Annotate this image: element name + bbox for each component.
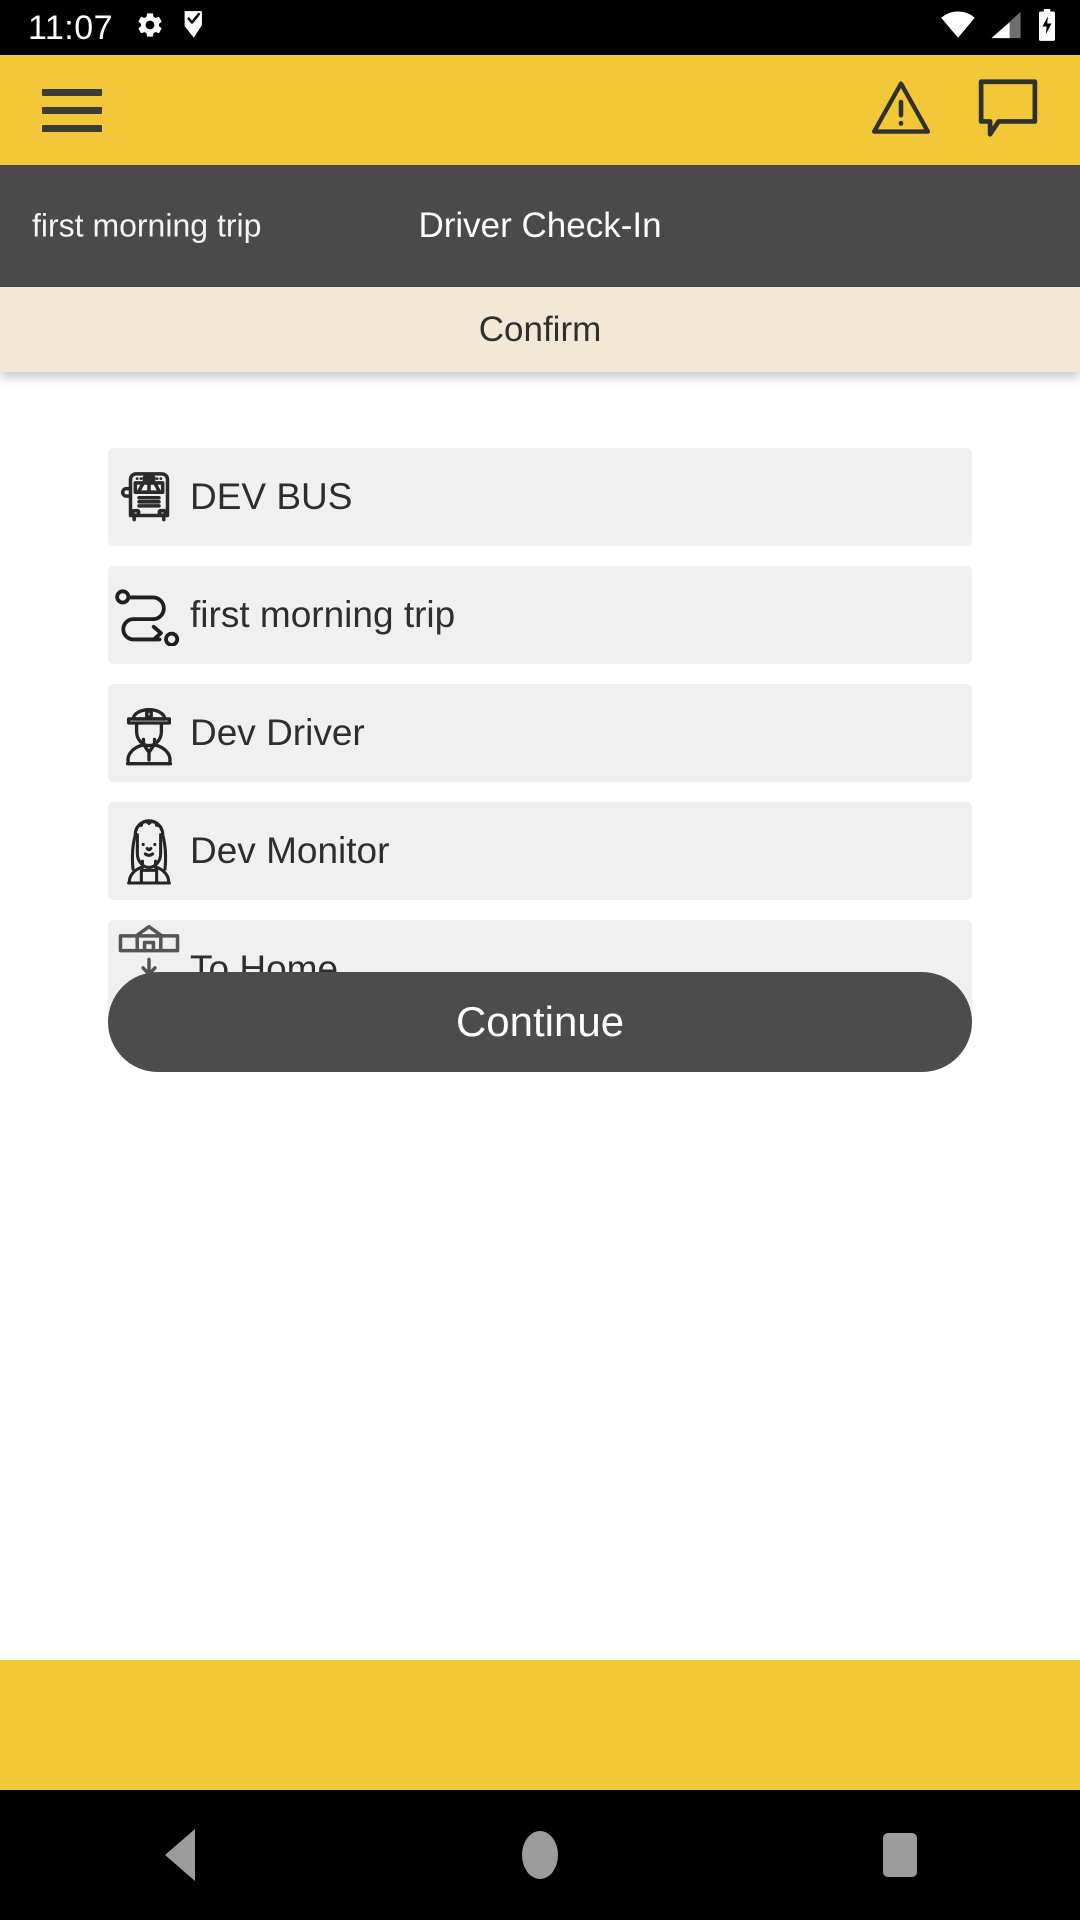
chat-bubble-icon[interactable] — [976, 77, 1040, 144]
cellular-signal-icon — [990, 10, 1022, 45]
list-item-label: Dev Monitor — [190, 830, 390, 871]
checkin-summary-list: DEV BUS first morning trip Dev Driver De… — [108, 448, 972, 1038]
list-item-label: Dev Driver — [190, 712, 365, 753]
driver-icon — [109, 681, 189, 785]
route-path-icon — [109, 563, 189, 667]
hamburger-line — [42, 88, 102, 96]
gear-icon — [135, 10, 165, 45]
list-item[interactable]: Dev Monitor — [108, 802, 972, 900]
continue-button[interactable]: Continue — [108, 972, 972, 1072]
bottom-accent-band — [0, 1660, 1080, 1790]
content-area: DEV BUS first morning trip Dev Driver De… — [0, 372, 1080, 1630]
list-item[interactable]: first morning trip — [108, 566, 972, 664]
list-item[interactable]: DEV BUS — [108, 448, 972, 546]
sub-header: first morning trip Driver Check-In — [0, 165, 1080, 287]
tab-confirm-label: Confirm — [478, 309, 602, 349]
battery-charging-icon — [1036, 9, 1058, 46]
hamburger-line — [42, 124, 102, 132]
android-navigation-bar — [0, 1790, 1080, 1920]
back-button[interactable] — [120, 1790, 240, 1920]
list-item-label: DEV BUS — [190, 476, 353, 517]
list-item[interactable]: Dev Driver — [108, 684, 972, 782]
recents-square-icon — [883, 1833, 917, 1877]
status-bar-notification-icons — [135, 10, 209, 45]
app-bar-actions — [870, 77, 1040, 144]
hamburger-line — [42, 106, 102, 114]
school-bus-icon — [109, 445, 189, 549]
status-bar: 11:07 — [0, 0, 1080, 55]
tab-confirm[interactable]: Confirm — [0, 287, 1080, 372]
wifi-icon — [940, 10, 976, 45]
app-screen: 11:07 first morning trip Driver Check-In… — [0, 0, 1080, 1920]
status-bar-system-icons — [940, 9, 1058, 46]
trip-name-label: first morning trip — [32, 207, 262, 244]
status-bar-clock: 11:07 — [28, 8, 114, 47]
recents-button[interactable] — [840, 1790, 960, 1920]
list-item-label: first morning trip — [190, 594, 456, 635]
warning-triangle-icon[interactable] — [870, 78, 932, 143]
flag-check-icon — [181, 10, 209, 45]
home-button[interactable] — [480, 1790, 600, 1920]
home-circle-icon — [522, 1831, 558, 1879]
monitor-icon — [109, 799, 189, 903]
back-triangle-icon — [165, 1829, 195, 1881]
app-bar — [0, 55, 1080, 165]
hamburger-menu-icon[interactable] — [42, 88, 102, 132]
